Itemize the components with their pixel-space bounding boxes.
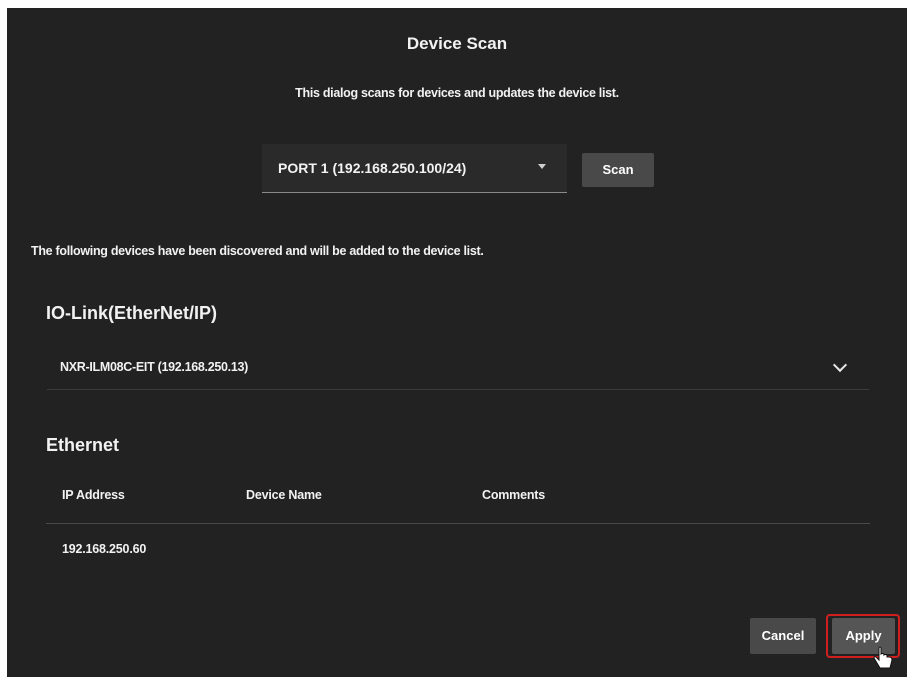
column-header-ip-address: IP Address	[62, 488, 125, 502]
discovered-message: The following devices have been discover…	[31, 244, 484, 258]
dialog-title: Device Scan	[406, 34, 508, 53]
chevron-down-icon[interactable]	[832, 357, 848, 373]
device-scan-dialog: Device Scan This dialog scans for device…	[7, 8, 907, 677]
iolink-device-row[interactable]: NXR-ILM08C-EIT (192.168.250.13)	[47, 348, 869, 390]
row-ip-address: 192.168.250.60	[62, 542, 147, 556]
column-header-device-name: Device Name	[246, 488, 322, 502]
cancel-button[interactable]: Cancel	[750, 618, 816, 654]
port-select-value: PORT 1 (192.168.250.100/24)	[278, 160, 467, 176]
ethernet-section-heading: Ethernet	[46, 435, 120, 455]
dropdown-caret-icon	[538, 164, 546, 169]
hand-cursor-icon	[873, 646, 893, 669]
iolink-device-label: NXR-ILM08C-EIT (192.168.250.13)	[60, 360, 249, 374]
iolink-section-heading: IO-Link(EtherNet/IP)	[46, 303, 218, 323]
column-header-comments: Comments	[482, 488, 545, 502]
port-select[interactable]: PORT 1 (192.168.250.100/24)	[262, 144, 567, 193]
table-row[interactable]: 192.168.250.60	[46, 538, 870, 566]
scan-button[interactable]: Scan	[582, 153, 654, 187]
ethernet-table-header: IP Address Device Name Comments	[46, 476, 870, 524]
dialog-subtitle: This dialog scans for devices and update…	[295, 86, 619, 100]
